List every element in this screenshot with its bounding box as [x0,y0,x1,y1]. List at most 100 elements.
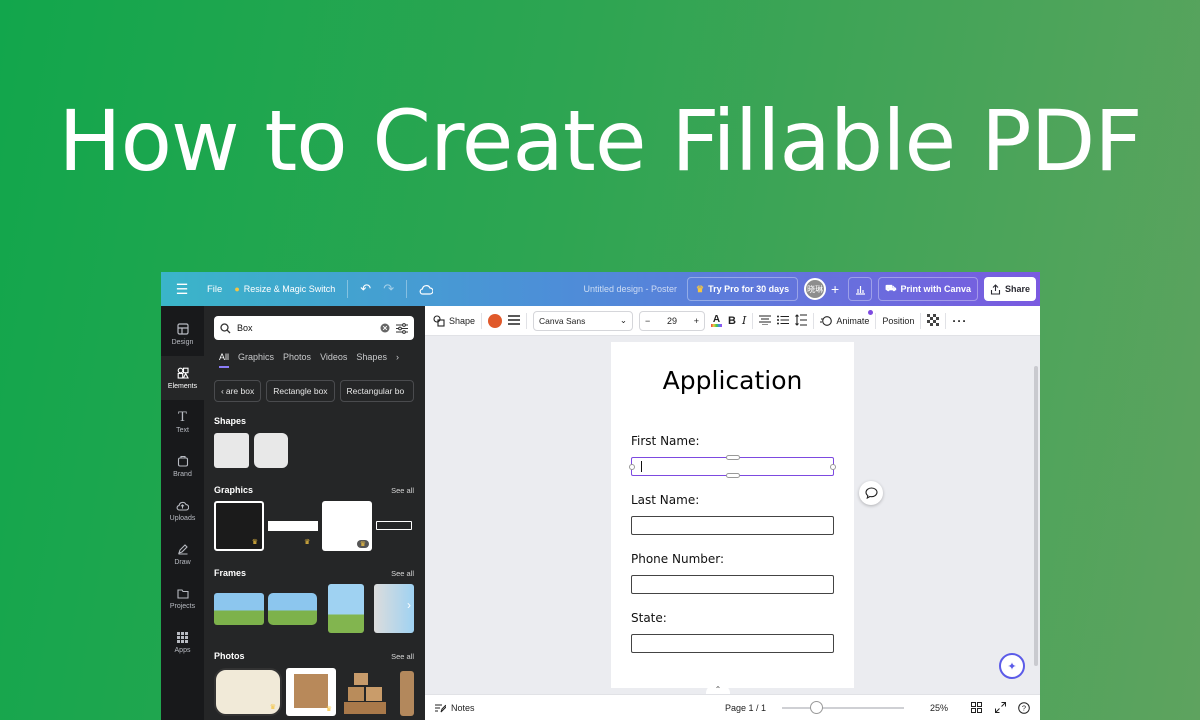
frame-landscape-2[interactable] [268,593,317,625]
photo-box-stack[interactable] [344,671,388,716]
tab-graphics[interactable]: Graphics [238,352,274,368]
increase-size-button[interactable]: + [694,316,699,326]
field-label-first-name[interactable]: First Name: [631,434,700,448]
try-pro-label: Try Pro for 30 days [708,284,790,294]
photo-partial[interactable] [400,671,414,716]
add-collaborator-icon[interactable]: + [826,278,844,300]
cloud-save-icon[interactable] [413,284,439,295]
photo-speech-bubble[interactable]: ♛ [214,668,282,716]
divider [920,312,922,329]
rail-item-projects[interactable]: Projects [161,576,204,620]
page-indicator[interactable]: Page 1 / 1 [725,703,766,713]
menu-icon[interactable]: ☰ [171,278,193,300]
avatar[interactable]: 晓琳 [804,278,827,300]
border-style-icon[interactable] [508,314,521,327]
zoom-slider[interactable] [782,700,904,714]
see-all-frames[interactable]: See all [391,569,414,578]
text-color-icon[interactable]: A [711,314,723,327]
see-all-graphics[interactable]: See all [391,486,414,495]
chip-rectangular-box[interactable]: Rectangular bo [339,380,414,402]
font-family-select[interactable]: Canva Sans ⌄ [533,310,634,331]
rail-item-uploads[interactable]: Uploads [161,488,204,532]
chip-rectangle-box[interactable]: Rectangle box [266,380,335,402]
graphic-square-frame[interactable]: ♛ [214,501,264,551]
shape-square[interactable] [214,433,249,468]
redo-icon[interactable]: ↷ [377,281,400,297]
first-name-field[interactable] [629,455,836,478]
add-comment-button[interactable] [859,481,883,505]
resize-button[interactable]: ● Resize & Magic Switch [228,284,341,294]
phone-number-field[interactable] [631,575,834,594]
rail-item-design[interactable]: Design [161,312,204,356]
frame-portrait[interactable] [328,584,364,633]
rail-item-elements[interactable]: Elements [161,356,204,400]
last-name-field[interactable] [631,516,834,535]
position-button[interactable]: Position [882,316,914,326]
list-icon[interactable] [777,315,790,327]
file-menu[interactable]: File [201,284,228,295]
state-field[interactable] [631,634,834,653]
page-title[interactable]: Application [611,366,854,395]
try-pro-button[interactable]: ♛ Try Pro for 30 days [687,277,799,301]
graphic-white-square[interactable]: ♛ [322,501,372,551]
graphic-outline-arrow[interactable] [376,521,412,530]
tab-videos[interactable]: Videos [320,352,347,368]
grid-view-icon[interactable] [966,698,986,718]
resize-handle[interactable] [830,464,836,470]
field-label-phone-number[interactable]: Phone Number: [631,552,724,566]
tab-shapes[interactable]: Shapes [356,352,387,368]
notes-button[interactable]: Notes [435,703,475,713]
shape-rounded-square[interactable] [254,433,288,468]
shape-button[interactable]: Shape [433,314,475,327]
search-input[interactable]: Box [214,316,414,340]
resize-handle[interactable] [629,464,635,470]
box-image [366,687,382,701]
field-label-state[interactable]: State: [631,611,667,625]
filter-icon[interactable] [396,322,408,334]
vertical-scrollbar[interactable] [1034,366,1038,666]
spacing-icon[interactable] [795,313,808,328]
clear-icon[interactable] [380,323,390,333]
tab-all[interactable]: All [219,352,230,368]
rail-item-apps[interactable]: Apps [161,620,204,664]
print-with-canva-button[interactable]: ⛟ Print with Canva [878,277,978,301]
font-size-value[interactable]: 29 [667,316,677,326]
zoom-level[interactable]: 25% [918,703,948,713]
shape-color-swatch[interactable] [488,313,503,328]
fullscreen-icon[interactable] [990,698,1010,718]
magic-assistant-button[interactable]: ✦ [999,653,1025,679]
document-page[interactable]: Application First Name: Last Name: Phone… [611,342,854,688]
document-title[interactable]: Untitled design - Poster [583,284,677,294]
font-size-stepper[interactable]: − 29 + [639,310,706,331]
see-all-photos[interactable]: See all [391,652,414,661]
resize-handle[interactable] [726,455,740,460]
insights-icon[interactable] [848,277,873,301]
chevron-right-icon[interactable]: › [396,352,399,368]
projects-icon [176,586,190,600]
section-title-photos: Photos [214,651,245,661]
resize-handle[interactable] [726,473,740,478]
graphic-white-bar[interactable] [268,521,318,531]
help-icon[interactable]: ? [1014,698,1034,718]
share-button[interactable]: Share [983,277,1036,301]
chip-square-box[interactable]: ‹ are box [214,380,262,402]
tab-photos[interactable]: Photos [283,352,311,368]
undo-icon[interactable]: ↶ [354,281,377,297]
more-options-icon[interactable]: ··· [952,314,967,328]
transparency-icon[interactable] [927,313,940,328]
rail-item-draw[interactable]: Draw [161,532,204,576]
field-label-last-name[interactable]: Last Name: [631,493,699,507]
bold-icon[interactable]: B [728,315,736,327]
rail-item-brand[interactable]: Brand [161,444,204,488]
animate-button[interactable]: Animate [820,309,874,327]
frame-landscape-1[interactable] [214,593,264,625]
align-center-icon[interactable] [759,314,772,327]
zoom-slider-knob[interactable] [810,700,823,714]
rail-item-text[interactable]: T Text [161,400,204,444]
photo-cardboard-box[interactable]: ♛ [286,668,336,716]
italic-icon[interactable]: I [742,314,746,327]
decrease-size-button[interactable]: − [645,316,650,326]
chevron-left-icon[interactable]: ‹ [221,386,224,396]
font-name: Canva Sans [539,315,586,326]
chevron-right-icon[interactable]: › [407,598,411,612]
